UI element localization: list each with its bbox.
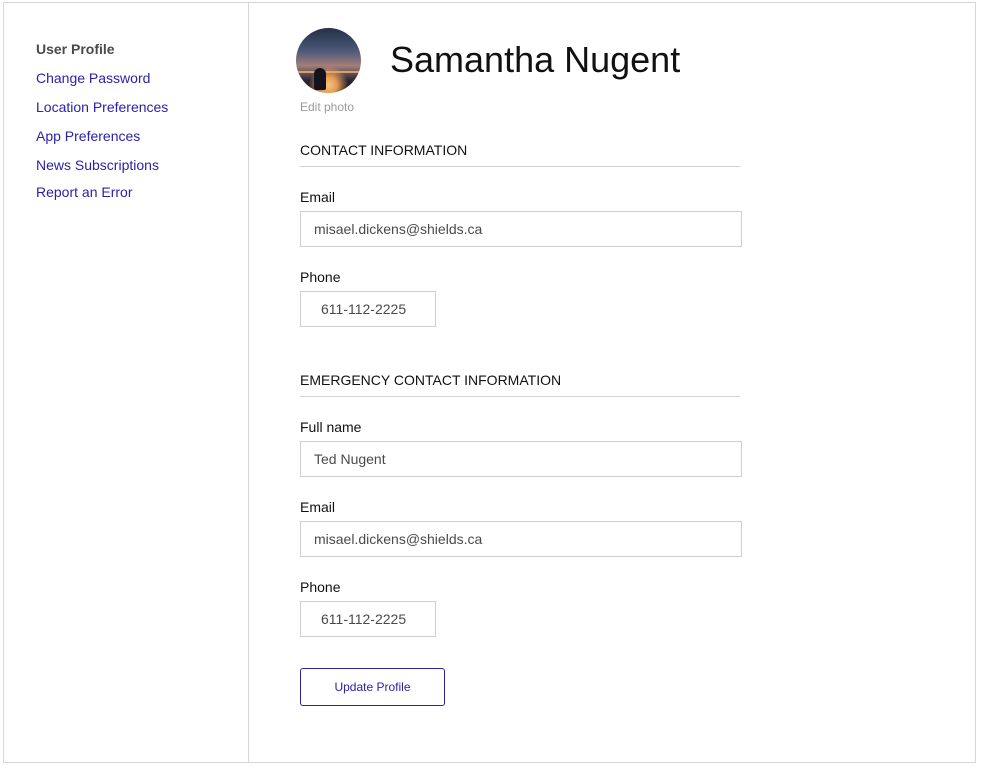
sidebar-item-app-preferences[interactable]: App Preferences xyxy=(36,128,140,144)
sidebar-heading: User Profile xyxy=(36,41,115,57)
sidebar-item-change-password[interactable]: Change Password xyxy=(36,70,150,86)
contact-phone-label: Phone xyxy=(300,269,341,285)
sidebar-item-report-an-error[interactable]: Report an Error xyxy=(36,184,132,200)
sidebar: User Profile Change Password Location Pr… xyxy=(4,3,249,762)
emergency-email-input[interactable] xyxy=(300,521,742,557)
emergency-phone-input[interactable] xyxy=(300,601,436,637)
contact-email-input[interactable] xyxy=(300,211,742,247)
page-frame: User Profile Change Password Location Pr… xyxy=(3,2,976,763)
sidebar-item-location-preferences[interactable]: Location Preferences xyxy=(36,99,168,115)
edit-photo-link[interactable]: Edit photo xyxy=(300,100,354,114)
profile-name: Samantha Nugent xyxy=(390,39,681,80)
contact-email-label: Email xyxy=(300,189,336,205)
emergency-name-label: Full name xyxy=(300,419,362,435)
sidebar-item-news-subscriptions[interactable]: News Subscriptions xyxy=(36,157,159,173)
emergency-name-input[interactable] xyxy=(300,441,742,477)
avatar-horizon xyxy=(296,71,361,73)
emergency-section-title: EMERGENCY CONTACT INFORMATION xyxy=(300,372,740,397)
avatar-silhouette xyxy=(314,68,326,90)
avatar[interactable] xyxy=(296,28,361,93)
contact-phone-input[interactable] xyxy=(300,291,436,327)
update-profile-button[interactable]: Update Profile xyxy=(300,668,445,706)
contact-section-title: CONTACT INFORMATION xyxy=(300,142,740,167)
emergency-email-label: Email xyxy=(300,499,336,515)
emergency-phone-label: Phone xyxy=(300,579,341,595)
